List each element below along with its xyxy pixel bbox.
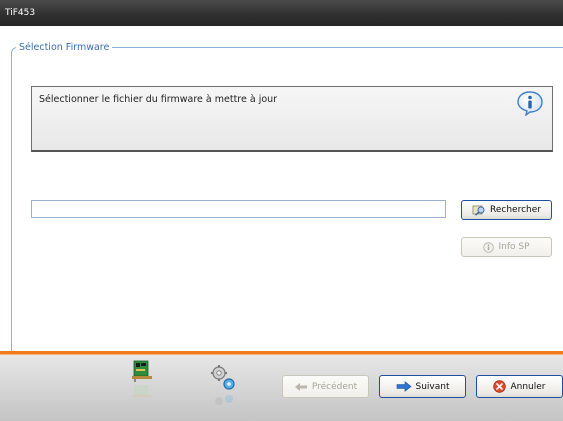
- network-card-icon: [132, 360, 152, 397]
- browse-label: Rechercher: [490, 205, 541, 215]
- info-icon: [517, 91, 543, 116]
- window-titlebar: TiF453: [0, 0, 563, 26]
- instruction-box: Sélectionner le fichier du firmware à me…: [31, 86, 553, 152]
- arrow-right-icon: [396, 381, 411, 392]
- info-sp-label: Info SP: [498, 242, 530, 252]
- info-icon: [483, 241, 495, 253]
- browse-button[interactable]: Rechercher: [461, 200, 552, 220]
- next-button[interactable]: Suivant: [379, 375, 466, 398]
- next-label: Suivant: [415, 381, 450, 392]
- previous-button[interactable]: Précédent: [282, 375, 369, 398]
- main-content: Sélection Firmware Sélectionner le fichi…: [0, 26, 563, 367]
- cancel-icon: [493, 380, 507, 393]
- cancel-label: Annuler: [510, 381, 546, 392]
- arrow-left-icon: [294, 382, 307, 391]
- firmware-file-input[interactable]: [31, 200, 446, 218]
- window-title: TiF453: [5, 8, 36, 18]
- gear-settings-icon: [211, 365, 235, 405]
- footer-accent-line-light: [0, 354, 563, 355]
- previous-label: Précédent: [311, 381, 358, 392]
- cancel-button[interactable]: Annuler: [476, 375, 563, 398]
- search-folder-icon: [472, 205, 485, 216]
- section-legend: Sélection Firmware: [16, 42, 113, 53]
- instruction-text: Sélectionner le fichier du firmware à me…: [39, 94, 278, 105]
- info-sp-button[interactable]: Info SP: [461, 237, 552, 257]
